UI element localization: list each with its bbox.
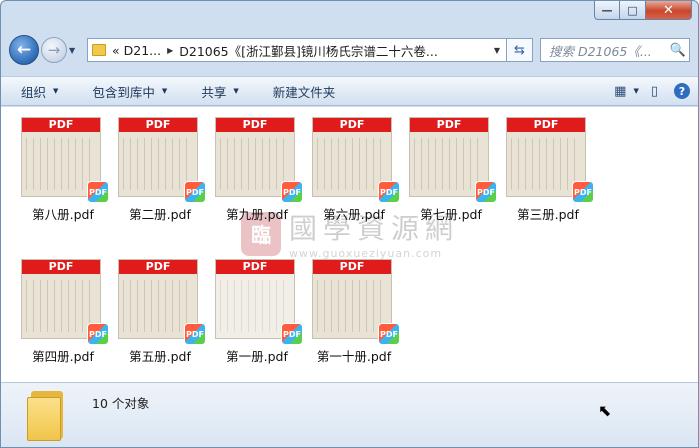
file-name: 第一十册.pdf [316,349,392,364]
file-name: 第九册.pdf [226,207,288,222]
pdf-band: PDF [119,260,197,274]
file-name: 第三册.pdf [517,207,579,222]
help-icon[interactable]: ? [674,83,690,99]
file-name: 第五册.pdf [129,349,191,364]
pdf-file-icon: PDF [378,181,400,203]
breadcrumb-overflow[interactable]: « D21... [112,43,161,58]
close-button[interactable]: ✕ [646,1,692,20]
pdf-band: PDF [119,118,197,132]
organize-menu[interactable]: 组织 ▼ [21,82,58,101]
pdf-band: PDF [216,118,294,132]
include-in-library-menu[interactable]: 包含到库中 ▼ [92,82,167,101]
view-controls: ▦ ▼ ▯ ? [602,83,690,99]
minimize-button[interactable]: — [594,1,620,20]
chevron-down-icon: ▼ [53,87,59,95]
new-folder-button[interactable]: 新建文件夹 [273,82,336,101]
file-item[interactable]: PDF PDF 第五册.pdf [114,249,206,364]
file-name: 第四册.pdf [32,349,94,364]
share-menu[interactable]: 共享 ▼ [201,82,238,101]
pdf-band: PDF [22,260,100,274]
mouse-cursor-icon: ⬉ [598,401,612,420]
search-input[interactable]: 搜索 D21065《... 🔍 [540,38,690,62]
caption-buttons: — □ ✕ [594,1,692,20]
pdf-band: PDF [313,260,391,274]
preview-pane-icon[interactable]: ▯ [651,84,658,99]
pdf-band: PDF [313,118,391,132]
breadcrumb-current-folder[interactable]: D21065《[浙江鄞县]镜川杨氏宗谱二十六卷... [179,41,488,60]
pdf-file-icon: PDF [281,181,303,203]
chevron-right-icon[interactable]: ▶ [167,46,173,55]
pdf-band: PDF [22,118,100,132]
new-folder-label: 新建文件夹 [272,84,336,100]
forward-arrow-icon: → [47,41,61,59]
refresh-icon: ⇆ [514,42,525,58]
file-name: 第一册.pdf [226,349,288,364]
file-item[interactable]: PDF PDF 第九册.pdf [211,107,303,222]
chevron-down-icon: ▼ [233,87,239,95]
forward-button[interactable]: → [41,37,67,63]
maximize-button[interactable]: □ [620,1,646,20]
file-name: 第二册.pdf [129,207,191,222]
pdf-file-icon: PDF [184,323,206,345]
address-row: ← → ▼ « D21... ▶ D21065《[浙江鄞县]镜川杨氏宗谱二十六卷… [9,35,690,65]
file-item[interactable]: PDF PDF 第八册.pdf [17,107,109,222]
pdf-file-icon: PDF [475,181,497,203]
back-arrow-icon: ← [16,40,32,60]
pdf-file-icon: PDF [87,323,109,345]
recent-pages-dropdown[interactable]: ▼ [69,46,81,55]
file-list: 臨 國學資源網 www.guoxueziyuan.com PDF PDF 第八册… [1,107,698,382]
search-icon[interactable]: 🔍 [667,43,689,58]
explorer-window: — □ ✕ ← → ▼ « D21... ▶ D21065《[浙江鄞县]镜川杨氏… [0,0,699,448]
file-item[interactable]: PDF PDF 第一册.pdf [211,249,303,364]
item-count: 10 个对象 [92,396,150,411]
pdf-band: PDF [507,118,585,132]
change-view-icon[interactable]: ▦ [614,84,626,99]
file-item[interactable]: PDF PDF 第三册.pdf [502,107,594,222]
view-options-dropdown-icon[interactable]: ▼ [633,87,638,95]
pdf-file-icon: PDF [87,181,109,203]
file-item[interactable]: PDF PDF 第七册.pdf [405,107,497,222]
pdf-file-icon: PDF [572,181,594,203]
pdf-file-icon: PDF [281,323,303,345]
file-item[interactable]: PDF PDF 第一十册.pdf [308,249,400,364]
file-item[interactable]: PDF PDF 第六册.pdf [308,107,400,222]
share-label: 共享 [201,84,227,100]
pdf-file-icon: PDF [184,181,206,203]
refresh-button[interactable]: ⇆ [507,38,533,62]
file-item[interactable]: PDF PDF 第二册.pdf [114,107,206,222]
address-dropdown-icon[interactable]: ▼ [488,46,506,55]
folder-icon [92,44,106,56]
pdf-file-icon: PDF [378,323,400,345]
command-bar: 组织 ▼ 包含到库中 ▼ 共享 ▼ 新建文件夹 ▦ ▼ ▯ ? [1,76,698,106]
include-in-library-label: 包含到库中 [92,84,155,100]
file-item[interactable]: PDF PDF 第四册.pdf [17,249,109,364]
organize-label: 组织 [21,84,47,100]
pdf-band: PDF [216,260,294,274]
back-button[interactable]: ← [9,35,39,65]
search-placeholder: 搜索 D21065《... [549,43,652,59]
details-pane: 10 个对象 [1,382,698,447]
file-name: 第六册.pdf [323,207,385,222]
address-bar[interactable]: « D21... ▶ D21065《[浙江鄞县]镜川杨氏宗谱二十六卷... ▼ [87,38,507,62]
file-name: 第七册.pdf [420,207,482,222]
pdf-band: PDF [410,118,488,132]
file-name: 第八册.pdf [32,207,94,222]
folder-icon [27,391,67,441]
chevron-down-icon: ▼ [161,87,168,95]
